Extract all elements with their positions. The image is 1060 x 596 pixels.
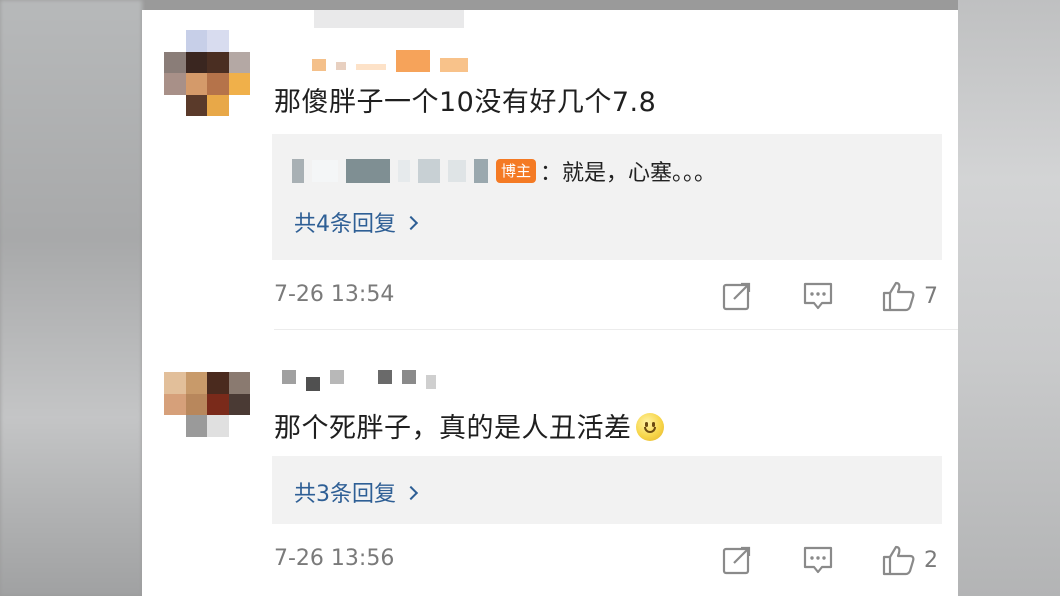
avatar-pixelated[interactable] — [164, 372, 250, 458]
username-blurred[interactable] — [282, 360, 436, 394]
share-icon — [722, 546, 751, 575]
timestamp: 7-26 13:54 — [274, 282, 395, 307]
chevron-right-icon — [403, 215, 419, 231]
comment-item: 那个死胖子，真的是人丑活差 共3条回复 7-26 13:56 2 — [142, 340, 958, 596]
reply-button[interactable] — [802, 542, 834, 578]
blurred-background-right — [958, 0, 1060, 596]
share-button[interactable] — [722, 542, 754, 578]
more-replies-link[interactable]: 共4条回复 — [294, 206, 419, 238]
comment-text: 那傻胖子一个10没有好几个7.8 — [274, 87, 657, 118]
thumbs-up-icon — [882, 281, 915, 312]
reply-username-blurred[interactable] — [292, 159, 488, 183]
share-icon — [722, 282, 751, 311]
like-count: 2 — [924, 547, 938, 573]
timestamp: 7-26 13:56 — [274, 546, 395, 571]
sub-reply: 博主 ：就是，心塞。。。 — [292, 156, 716, 186]
reply-preview-box[interactable]: 博主 ：就是，心塞。。。 共4条回复 — [272, 134, 942, 260]
avatar-pixelated[interactable] — [164, 30, 250, 116]
smile-emoji-icon — [635, 413, 664, 441]
comment-meta-row: 7-26 13:54 7 — [274, 278, 944, 314]
blogger-badge: 博主 — [496, 159, 537, 183]
more-replies-link[interactable]: 共3条回复 — [294, 476, 419, 508]
comment-icon — [803, 282, 833, 310]
sub-reply-text: ：就是，心塞。。。 — [540, 161, 717, 186]
like-button[interactable]: 2 — [882, 542, 938, 578]
like-button[interactable]: 7 — [882, 278, 938, 314]
blurred-background-left — [0, 0, 142, 596]
comment-text: 那个死胖子，真的是人丑活差 — [274, 406, 664, 445]
like-count: 7 — [924, 283, 938, 309]
reply-preview-box[interactable]: 共3条回复 — [272, 456, 942, 524]
comment-text-body: 那个死胖子，真的是人丑活差 — [274, 413, 632, 444]
comment-meta-row: 7-26 13:56 2 — [274, 542, 944, 578]
comment-icon — [803, 546, 833, 574]
username-blurred[interactable] — [312, 44, 468, 78]
chevron-right-icon — [403, 485, 419, 501]
reply-button[interactable] — [802, 278, 834, 314]
comment-list: 那傻胖子一个10没有好几个7.8 博主 ：就是，心塞。。。 共4条回复 7-26… — [142, 10, 958, 596]
share-button[interactable] — [722, 278, 754, 314]
more-replies-label: 共4条回复 — [294, 212, 396, 237]
thumbs-up-icon — [882, 545, 915, 576]
more-replies-label: 共3条回复 — [294, 482, 396, 507]
comment-item: 那傻胖子一个10没有好几个7.8 博主 ：就是，心塞。。。 共4条回复 7-26… — [142, 10, 958, 330]
comment-divider — [274, 329, 958, 330]
